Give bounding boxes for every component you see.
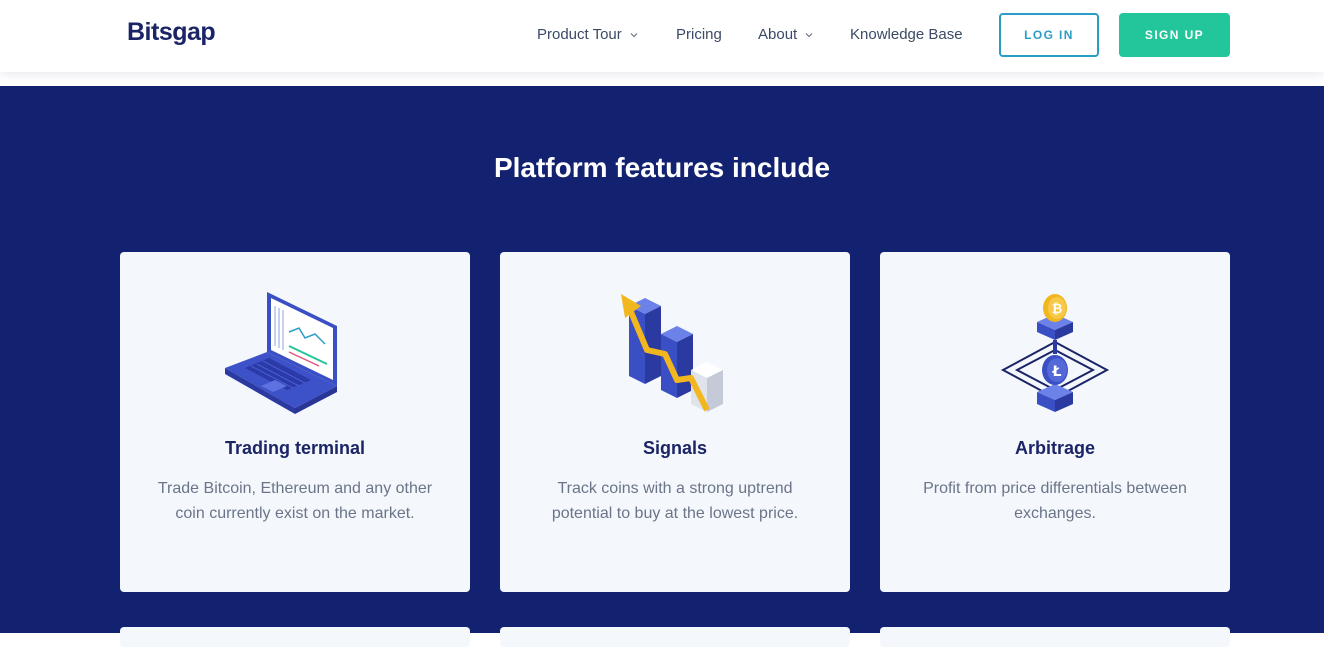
- nav-pricing-label: Pricing: [676, 26, 722, 43]
- feature-card-arbitrage: ₿ Ł Arbitrage Profit from price differen…: [880, 252, 1230, 592]
- feature-title: Signals: [642, 438, 708, 458]
- feature-title: Trading terminal: [224, 438, 366, 458]
- feature-card-next: [500, 627, 850, 647]
- nav-product-tour-label: Product Tour: [537, 26, 622, 43]
- feature-card-next: [120, 627, 470, 647]
- signals-chart-icon: [595, 288, 755, 420]
- nav-pricing[interactable]: Pricing: [676, 26, 722, 43]
- nav-knowledge-base-label: Knowledge Base: [850, 26, 963, 43]
- chevron-down-icon: [805, 31, 813, 39]
- feature-card-next: [880, 627, 1230, 647]
- arbitrage-coins-icon: ₿ Ł: [975, 288, 1135, 420]
- feature-card-trading-terminal: Trading terminal Trade Bitcoin, Ethereum…: [120, 252, 470, 592]
- log-in-button[interactable]: LOG IN: [999, 13, 1099, 57]
- site-header: Bitsgap Product Tour Pricing About Knowl…: [0, 0, 1324, 72]
- section-title: Platform features include: [493, 152, 831, 183]
- feature-title: Arbitrage: [1014, 438, 1095, 458]
- chevron-down-icon: [630, 31, 638, 39]
- feature-description: Track coins with a strong uptrend potent…: [551, 480, 799, 522]
- feature-card-signals: Signals Track coins with a strong uptren…: [500, 252, 850, 592]
- bitsgap-logo[interactable]: Bitsgap: [127, 18, 216, 47]
- laptop-icon: [215, 288, 375, 420]
- nav-knowledge-base[interactable]: Knowledge Base: [850, 26, 963, 43]
- svg-text:₿: ₿: [1052, 302, 1063, 317]
- sign-up-button[interactable]: SIGN UP: [1119, 13, 1230, 57]
- svg-text:Ł: Ł: [1052, 364, 1062, 380]
- feature-description: Profit from price differentials between …: [923, 480, 1187, 522]
- feature-description: Trade Bitcoin, Ethereum and any other co…: [157, 480, 433, 522]
- features-section: Platform features include Trading termin…: [0, 86, 1324, 647]
- nav-product-tour[interactable]: Product Tour: [537, 26, 638, 43]
- nav-about[interactable]: About: [758, 26, 813, 43]
- nav-about-label: About: [758, 26, 798, 43]
